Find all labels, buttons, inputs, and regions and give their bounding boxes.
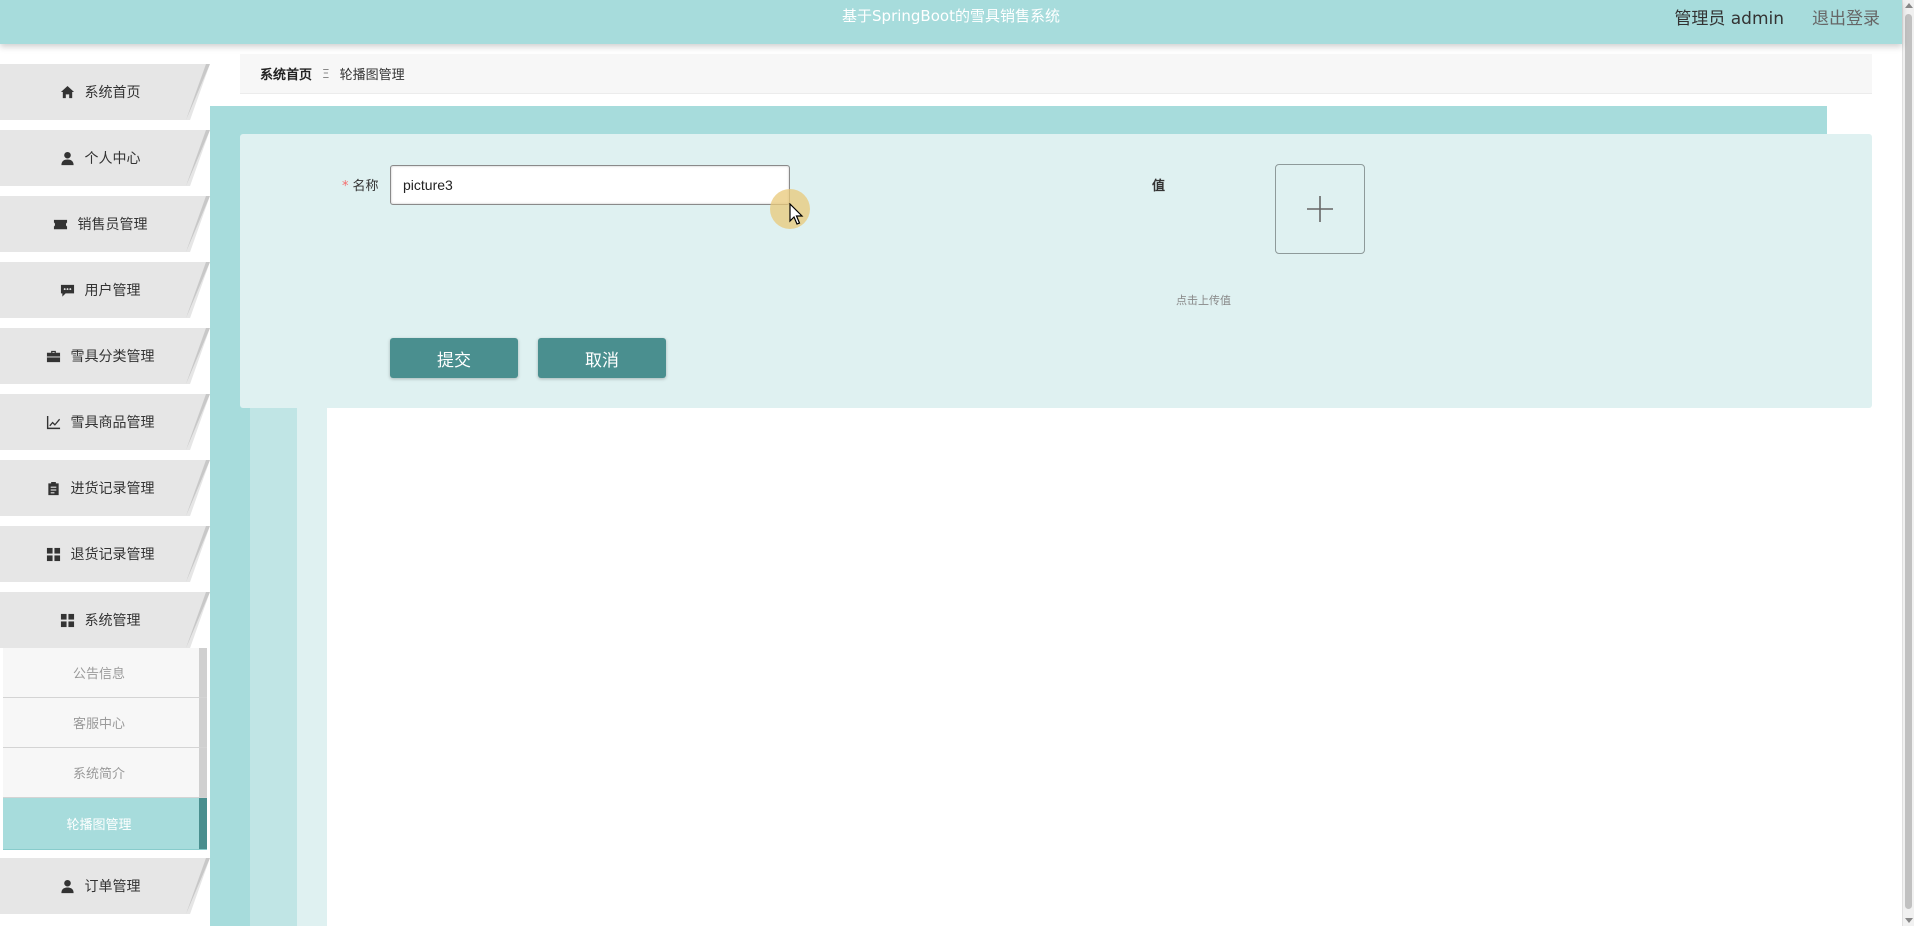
- upload-button[interactable]: [1275, 164, 1365, 254]
- sidebar-item-personal-center[interactable]: 个人中心: [0, 130, 210, 186]
- logout-link[interactable]: 退出登录: [1812, 4, 1880, 29]
- submenu-item-label: 系统简介: [72, 767, 125, 782]
- sidebar-item-home[interactable]: 系统首页: [0, 64, 210, 120]
- sidebar: 系统首页 个人中心 销售员管理 用户管理 雪具分类管理 雪具商品管理 进货记录管…: [0, 44, 210, 926]
- value-label: 值: [1152, 179, 1166, 194]
- home-icon: [60, 85, 74, 98]
- decorative-band: [210, 106, 1827, 136]
- grid-icon: [60, 613, 74, 627]
- name-label: * 名称: [342, 179, 379, 194]
- required-asterisk: *: [342, 179, 349, 194]
- breadcrumb-separator: Ξ: [322, 66, 330, 81]
- sidebar-item-label: 销售员管理: [77, 217, 148, 233]
- submenu-item-carousel[interactable]: 轮播图管理: [3, 798, 207, 850]
- current-user: 管理员 admin: [1674, 9, 1784, 29]
- submenu-item-announcements[interactable]: 公告信息: [3, 648, 207, 698]
- sidebar-item-label: 订单管理: [84, 879, 141, 895]
- upload-hint: 点击上传值: [1176, 294, 1231, 307]
- decorative-band: [250, 406, 297, 926]
- decorative-band: [297, 406, 327, 926]
- top-header: 基于SpringBoot的雪具销售系统 管理员 admin 退出登录: [0, 0, 1902, 44]
- plus-icon: [1307, 196, 1333, 222]
- submenu-rail: [199, 698, 207, 747]
- chart-icon: [46, 415, 60, 429]
- submenu-item-label: 公告信息: [72, 667, 125, 682]
- submit-button[interactable]: 提交: [390, 338, 518, 378]
- sidebar-item-return-records[interactable]: 退货记录管理: [0, 526, 210, 582]
- breadcrumb-current: 轮播图管理: [339, 68, 405, 83]
- user-icon: [60, 879, 74, 893]
- page-scrollbar[interactable]: [1902, 0, 1914, 926]
- sidebar-item-salesperson[interactable]: 销售员管理: [0, 196, 210, 252]
- user-icon: [60, 151, 74, 165]
- app-title: 基于SpringBoot的雪具销售系统: [842, 7, 1060, 25]
- sidebar-item-purchase-records[interactable]: 进货记录管理: [0, 460, 210, 516]
- cancel-button[interactable]: 取消: [538, 338, 666, 378]
- sidebar-item-category[interactable]: 雪具分类管理: [0, 328, 210, 384]
- mouse-cursor-icon: [789, 203, 804, 225]
- sidebar-item-label: 退货记录管理: [70, 547, 155, 563]
- submenu-item-customer-service[interactable]: 客服中心: [3, 698, 207, 748]
- sidebar-item-label: 用户管理: [84, 283, 141, 299]
- submenu-rail: [199, 748, 207, 797]
- submenu-rail: [199, 648, 207, 697]
- briefcase-icon: [46, 350, 60, 362]
- sidebar-item-label: 系统首页: [84, 85, 141, 101]
- chat-icon: [60, 284, 74, 297]
- submenu-item-system-intro[interactable]: 系统简介: [3, 748, 207, 798]
- submenu-rail: [199, 798, 207, 849]
- breadcrumb: 系统首页 Ξ 轮播图管理: [240, 54, 1872, 94]
- clipboard-icon: [47, 481, 59, 495]
- scroll-up-icon[interactable]: [1905, 3, 1913, 8]
- sidebar-item-orders[interactable]: 订单管理: [0, 858, 210, 914]
- sidebar-item-label: 个人中心: [84, 151, 141, 167]
- sidebar-item-products[interactable]: 雪具商品管理: [0, 394, 210, 450]
- breadcrumb-home[interactable]: 系统首页: [260, 64, 312, 83]
- ticket-icon: [53, 219, 67, 229]
- sidebar-item-label: 雪具商品管理: [70, 415, 155, 431]
- submenu-item-label: 客服中心: [72, 717, 125, 732]
- scroll-thumb[interactable]: [1905, 14, 1912, 909]
- scroll-down-icon[interactable]: [1905, 918, 1913, 923]
- sidebar-item-system-management[interactable]: 系统管理: [0, 592, 210, 648]
- sidebar-item-label: 进货记录管理: [70, 481, 155, 497]
- name-input[interactable]: [390, 165, 790, 205]
- sidebar-item-label: 系统管理: [84, 613, 141, 629]
- sidebar-item-user-management[interactable]: 用户管理: [0, 262, 210, 318]
- sidebar-item-label: 雪具分类管理: [70, 349, 155, 365]
- submenu-item-label: 轮播图管理: [66, 818, 132, 833]
- grid-icon: [46, 547, 60, 561]
